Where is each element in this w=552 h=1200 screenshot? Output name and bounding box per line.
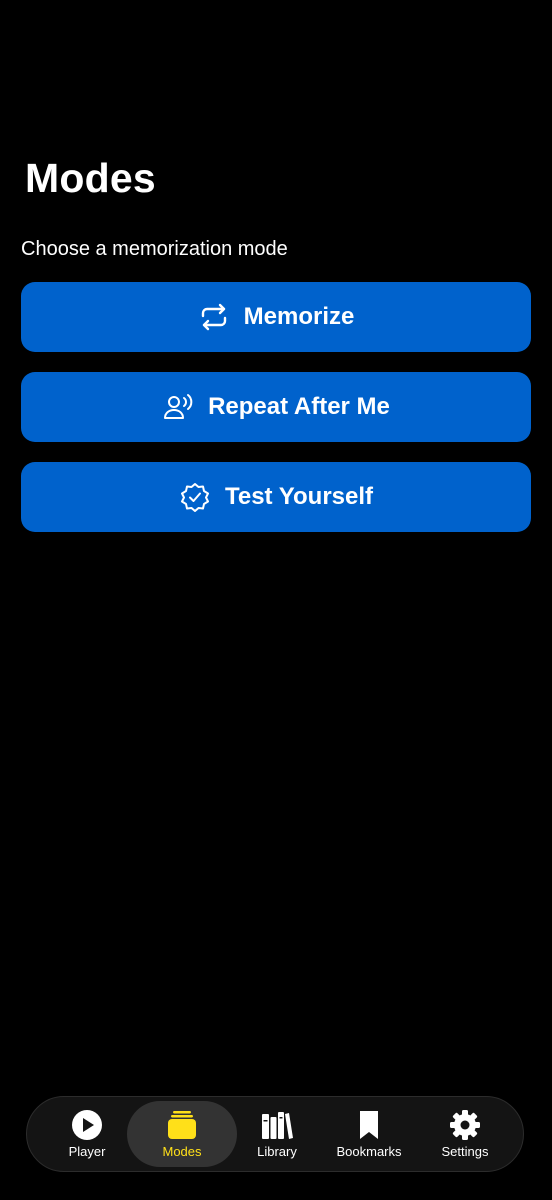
test-yourself-label: Test Yourself xyxy=(224,483,374,510)
repeat-arrows-icon xyxy=(198,301,230,333)
tab-bookmarks-label: Bookmarks xyxy=(336,1144,402,1159)
tab-library[interactable]: Library xyxy=(231,1101,323,1167)
bookmark-icon xyxy=(352,1108,386,1142)
tab-player-label: Player xyxy=(68,1144,106,1159)
tab-settings-label: Settings xyxy=(441,1144,489,1159)
tab-player[interactable]: Player xyxy=(41,1101,133,1167)
test-yourself-button[interactable]: Test Yourself xyxy=(21,462,531,532)
gear-icon xyxy=(448,1108,482,1142)
memorize-button[interactable]: Memorize xyxy=(21,282,531,352)
repeat-after-me-label: Repeat After Me xyxy=(208,393,390,420)
memorize-label: Memorize xyxy=(243,303,355,330)
checkmark-seal-icon xyxy=(179,481,211,513)
person-speaking-icon xyxy=(162,391,194,423)
repeat-after-me-button[interactable]: Repeat After Me xyxy=(21,372,531,442)
tab-bookmarks[interactable]: Bookmarks xyxy=(323,1101,415,1167)
tab-settings[interactable]: Settings xyxy=(419,1101,511,1167)
stack-icon xyxy=(165,1108,199,1142)
tab-bar: Modes Player Library Bookmarks Settings xyxy=(26,1096,524,1172)
page-subtitle: Choose a memorization mode xyxy=(21,238,288,260)
tab-modes[interactable]: Modes xyxy=(127,1101,237,1167)
books-icon xyxy=(260,1108,294,1142)
tab-library-label: Library xyxy=(257,1144,297,1159)
page-title: Modes xyxy=(25,155,156,201)
tab-modes-label: Modes xyxy=(162,1144,202,1159)
play-circle-icon xyxy=(70,1108,104,1142)
